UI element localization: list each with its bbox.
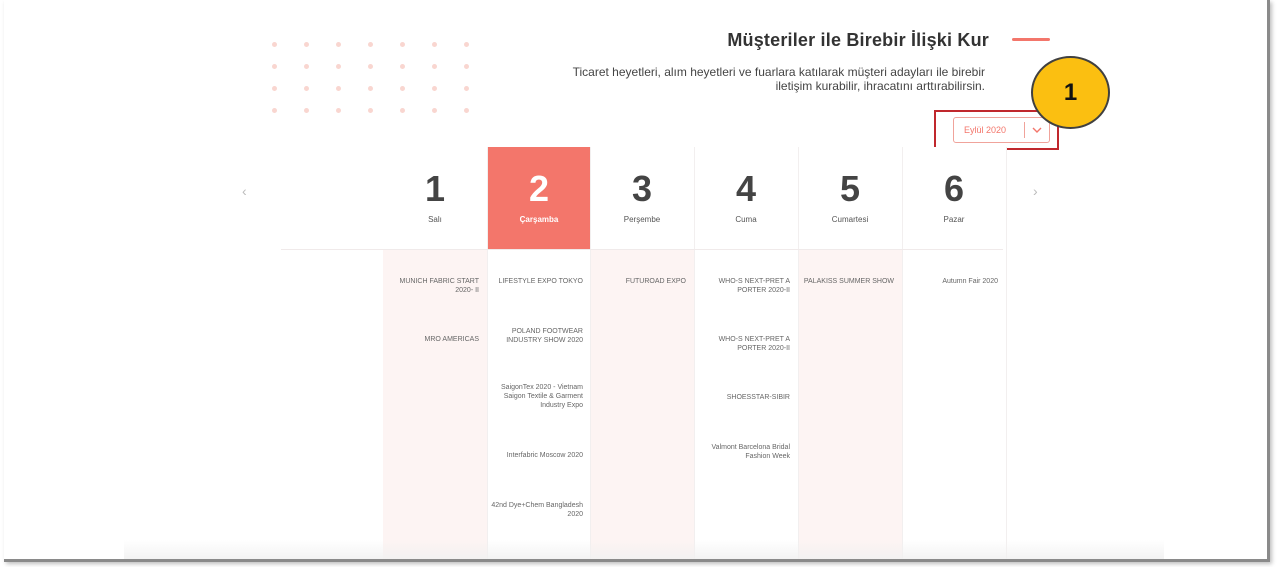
bottom-shadow [124,540,1164,559]
day-name: Cuma [735,215,757,224]
column-border [1006,147,1007,559]
day-number: 6 [943,168,965,209]
decorative-dot [272,42,277,47]
column-border [798,147,799,559]
event-link[interactable]: POLAND FOOTWEAR INDUSTRY SHOW 2020 [491,327,583,345]
decorative-dot [304,64,309,69]
decorative-dot [400,108,405,113]
decorative-dot [464,42,469,47]
event-link[interactable]: Autumn Fair 2020 [906,277,998,286]
event-link[interactable]: WHO-S NEXT-PRET A PORTER 2020-II [698,277,790,295]
decorative-dot [336,64,341,69]
day-header[interactable]: 4 Cuma [694,147,798,250]
day-number: 3 [631,168,653,209]
event-link[interactable]: MRO AMERICAS [387,335,479,344]
decorative-dot [272,86,277,91]
decorative-dot [336,42,341,47]
decorative-dot [336,86,341,91]
decorative-dot [304,86,309,91]
event-link[interactable]: 42nd Dye+Chem Bangladesh 2020 [491,501,583,519]
day-name: Çarşamba [519,215,559,224]
day-column: 1 Salı MUNICH FABRIC START 2020- II MRO AME… [383,147,487,559]
title-accent-line [1012,38,1050,41]
day-column: 5 Cumartesi PALAKISS SUMMER SHOW [798,147,902,559]
day-column: 4 Cuma WHO-S NEXT-PRET A PORTER 2020-II WHO… [694,147,798,559]
decorative-dot [336,108,341,113]
prev-arrow-icon[interactable]: ‹ [242,183,247,199]
day-header[interactable]: 5 Cumartesi [798,147,902,250]
page-frame: Müşteriler ile Birebir İlişki Kur Ticare… [4,0,1270,562]
decorative-dot [464,64,469,69]
event-link[interactable]: LIFESTYLE EXPO TOKYO [491,277,583,286]
column-border [694,147,695,559]
event-link[interactable]: WHO-S NEXT-PRET A PORTER 2020-II [698,335,790,353]
event-link[interactable]: MUNICH FABRIC START 2020- II [387,277,479,295]
decorative-dot [400,86,405,91]
event-link[interactable]: Interfabric Moscow 2020 [491,451,583,460]
header-divider [281,249,1003,250]
decorative-dot [432,86,437,91]
day-number: 2 [528,168,550,209]
column-border [590,147,591,559]
decorative-dot [304,108,309,113]
event-link[interactable]: SaigonTex 2020 - Vietnam Saigon Textile … [491,383,583,410]
decorative-dot [272,64,277,69]
event-link[interactable]: SHOESSTAR-SIBIR [698,393,790,402]
decorative-dot [368,108,373,113]
column-border [902,147,903,559]
decorative-dot [400,42,405,47]
decorative-dot [464,108,469,113]
step-badge: 1 [1031,56,1110,129]
day-column: 6 Pazar Autumn Fair 2020 [902,147,1006,559]
decorative-dot [368,86,373,91]
page-title: Müşteriler ile Birebir İlişki Kur [727,30,989,50]
decorative-dot [432,64,437,69]
day-number: 5 [839,168,861,209]
day-header[interactable]: 3 Perşembe [590,147,694,250]
decorative-dot [432,108,437,113]
day-header[interactable]: 6 Pazar [902,147,1006,250]
decorative-dot [368,64,373,69]
day-number: 4 [735,168,757,209]
next-arrow-icon[interactable]: › [1033,183,1038,199]
day-name: Salı [428,215,442,224]
day-name: Cumartesi [831,215,869,224]
day-column: 2 Çarşamba LIFESTYLE EXPO TOKYO POLAND FOOT… [487,147,591,559]
day-name: Pazar [943,215,965,224]
event-link[interactable]: PALAKISS SUMMER SHOW [802,277,894,286]
event-link[interactable]: Valmont Barcelona Bridal Fashion Week [698,443,790,461]
decorative-dot [432,42,437,47]
decorative-dot [272,108,277,113]
decorative-dot [368,42,373,47]
day-column: 3 Perşembe FUTUROAD EXPO [590,147,694,559]
day-number: 1 [424,168,446,209]
decorative-dot [400,64,405,69]
day-header[interactable]: 2 Çarşamba [487,147,591,250]
column-border [487,147,488,559]
event-link[interactable]: FUTUROAD EXPO [594,277,686,286]
day-name: Perşembe [623,215,661,224]
day-header[interactable]: 1 Salı [383,147,487,250]
page-subtitle: Ticaret heyetleri, alım heyetleri ve fua… [572,65,985,93]
decorative-dot [304,42,309,47]
decorative-dots [272,42,482,122]
decorative-dot [464,86,469,91]
